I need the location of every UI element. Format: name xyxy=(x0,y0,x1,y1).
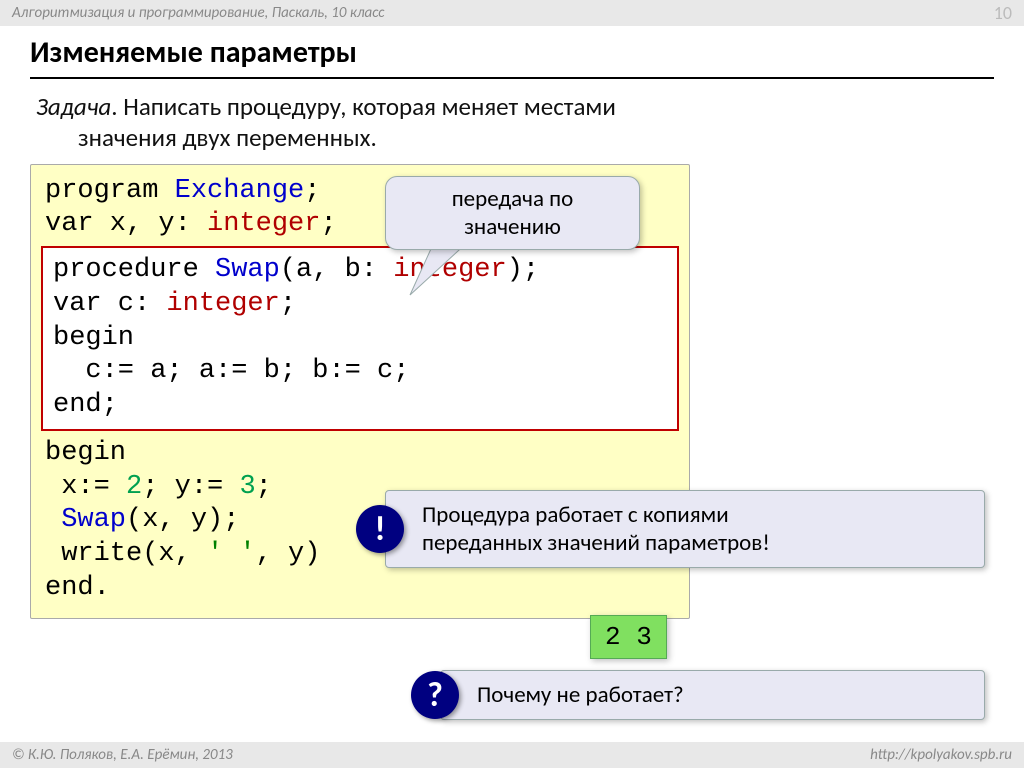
question-note: ? Почему не работает? xyxy=(440,670,985,720)
code-line: c:= a; a:= b; b:= c; xyxy=(53,355,667,389)
footer-bar: © К.Ю. Поляков, Е.А. Ерёмин, 2013 http:/… xyxy=(0,742,1024,768)
code-line: begin xyxy=(45,437,675,471)
procedure-box: procedure Swap(a, b: integer); var c: in… xyxy=(41,246,679,431)
task-label: Задача xyxy=(36,91,111,122)
note-line1: Процедура работает с копиями xyxy=(422,501,968,529)
question-badge-icon: ? xyxy=(411,671,459,719)
info-note: ! Процедура работает с копиями переданны… xyxy=(385,490,985,568)
exclamation-badge-icon: ! xyxy=(356,505,404,553)
footer-url: http://kpolyakov.spb.ru xyxy=(870,746,1012,764)
note-line2: переданных значений параметров! xyxy=(422,529,968,557)
task-line2: значения двух переменных. xyxy=(36,122,994,153)
bubble-line2: значению xyxy=(402,213,623,241)
page-number: 10 xyxy=(994,2,1012,24)
bubble-line1: передача по xyxy=(402,185,623,213)
callout-bubble: передача по значению xyxy=(385,176,640,250)
code-line: var c: integer; xyxy=(53,288,667,322)
code-line: end; xyxy=(53,389,667,423)
code-line: end. xyxy=(45,572,675,606)
code-line: procedure Swap(a, b: integer); xyxy=(53,254,667,288)
note-text: Почему не работает? xyxy=(477,681,968,709)
task-line1: . Написать процедуру, которая меняет мес… xyxy=(111,91,616,122)
code-line: begin xyxy=(53,322,667,356)
slide-title: Изменяемые параметры xyxy=(30,34,994,79)
copyright: © К.Ю. Поляков, Е.А. Ерёмин, 2013 xyxy=(12,746,233,764)
task-text: Задача. Написать процедуру, которая меня… xyxy=(30,91,994,154)
output-box: 2 3 xyxy=(590,615,667,659)
header-bar: Алгоритмизация и программирование, Паска… xyxy=(0,0,1024,26)
breadcrumb: Алгоритмизация и программирование, Паска… xyxy=(12,4,385,22)
